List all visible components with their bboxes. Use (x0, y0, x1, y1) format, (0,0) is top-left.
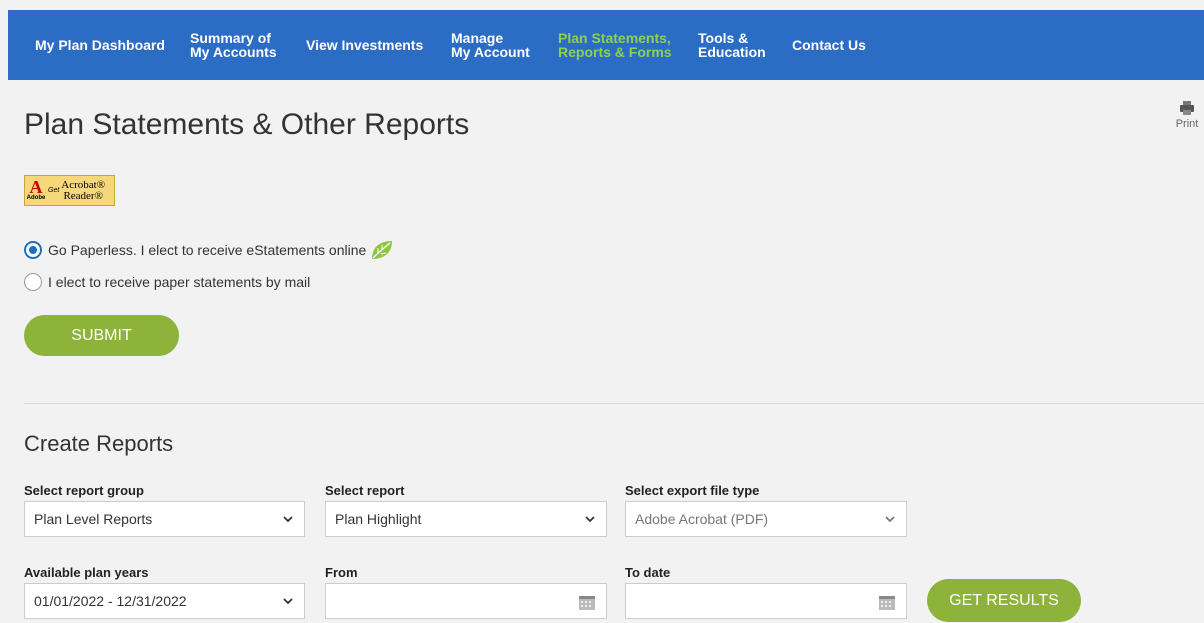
get-acrobat-reader-badge[interactable]: A Adobe Get Acrobat® Reader® (24, 175, 115, 206)
nav-tools-education[interactable]: Tools & Education (698, 10, 766, 80)
plan-years-value: 01/01/2022 - 12/31/2022 (34, 593, 187, 609)
nav-contact-us[interactable]: Contact Us (792, 10, 866, 80)
nav-label-line2: Education (698, 44, 766, 60)
nav-label-line1: Plan Statements, (558, 30, 671, 46)
to-date-label: To date (625, 565, 671, 580)
section-divider (24, 403, 1204, 404)
report-group-value: Plan Level Reports (34, 511, 153, 527)
chevron-down-icon (585, 516, 595, 523)
nav-my-plan-dashboard[interactable]: My Plan Dashboard (35, 10, 165, 80)
from-date-label: From (325, 565, 358, 580)
top-navigation: My Plan Dashboard Summary of My Accounts… (8, 10, 1204, 80)
nav-view-investments[interactable]: View Investments (306, 10, 423, 80)
radio-button-checked[interactable] (24, 241, 42, 259)
nav-label: Contact Us (792, 37, 866, 53)
product-line2: Reader® (63, 189, 103, 202)
print-label: Print (1175, 118, 1199, 130)
report-label: Select report (325, 483, 405, 498)
submit-button[interactable]: SUBMIT (24, 315, 179, 356)
report-select[interactable]: Plan Highlight (325, 501, 607, 537)
radio-button-unchecked[interactable] (24, 273, 42, 291)
adobe-logo-icon: A Adobe (26, 177, 46, 201)
plan-years-label: Available plan years (24, 565, 149, 580)
plan-years-select[interactable]: 01/01/2022 - 12/31/2022 (24, 583, 305, 619)
export-type-label: Select export file type (625, 483, 760, 498)
page-title: Plan Statements & Other Reports (24, 108, 470, 141)
nav-label-line2: My Accounts (190, 44, 277, 60)
radio-go-paperless[interactable]: Go Paperless. I elect to receive eStatem… (24, 239, 394, 261)
paperless-label: Go Paperless. I elect to receive eStatem… (48, 242, 367, 258)
export-type-value: Adobe Acrobat (PDF) (635, 511, 769, 527)
nav-label-line2: My Account (451, 44, 530, 60)
calendar-icon[interactable] (878, 593, 896, 611)
get-label: Get (48, 187, 60, 194)
printer-icon (1180, 101, 1194, 115)
leaf-icon (372, 241, 393, 259)
export-type-select[interactable]: Adobe Acrobat (PDF) (625, 501, 907, 537)
to-date-input[interactable] (625, 583, 907, 619)
chevron-down-icon (885, 516, 895, 523)
from-date-input[interactable] (325, 583, 607, 619)
nav-label-line1: Summary of (190, 30, 271, 46)
nav-plan-statements-reports-forms[interactable]: Plan Statements, Reports & Forms (558, 10, 672, 80)
calendar-icon[interactable] (578, 593, 596, 611)
print-button[interactable]: Print (1170, 100, 1204, 130)
report-group-select[interactable]: Plan Level Reports (24, 501, 305, 537)
nav-label-line2: Reports & Forms (558, 44, 672, 60)
product-line1: Acrobat® (61, 178, 106, 191)
chevron-down-icon (283, 516, 293, 523)
acrobat-product: Acrobat® Reader® (61, 178, 106, 202)
nav-label-line1: Tools & (698, 30, 749, 46)
report-group-label: Select report group (24, 483, 144, 498)
nav-manage-my-account[interactable]: Manage My Account (451, 10, 530, 80)
nav-label: View Investments (306, 37, 424, 53)
nav-label: My Plan Dashboard (35, 37, 165, 53)
nav-label-line1: Manage (451, 30, 504, 46)
radio-paper-statements[interactable]: I elect to receive paper statements by m… (24, 273, 310, 291)
adobe-brand: Adobe (26, 195, 46, 201)
chevron-down-icon (283, 598, 293, 605)
paper-label: I elect to receive paper statements by m… (48, 274, 311, 290)
get-results-button[interactable]: GET RESULTS (927, 579, 1081, 622)
create-reports-heading: Create Reports (24, 431, 174, 456)
nav-summary-of-my-accounts[interactable]: Summary of My Accounts (190, 10, 277, 80)
report-value: Plan Highlight (335, 511, 422, 527)
